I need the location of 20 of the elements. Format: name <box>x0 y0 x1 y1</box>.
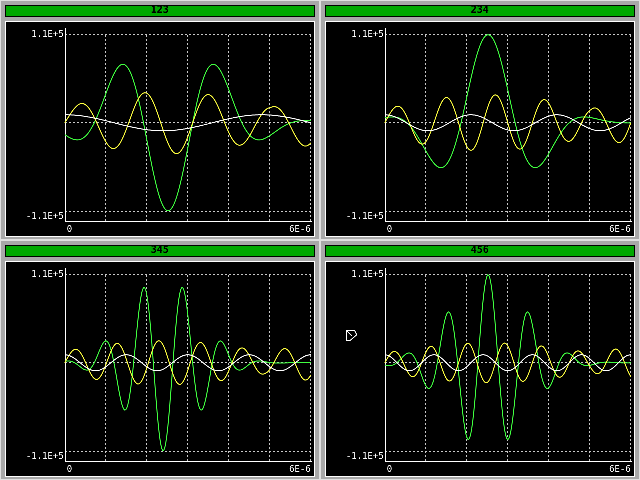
y-max-label: 1.1E+5 <box>31 270 64 280</box>
x-max-label: 6E-6 <box>289 465 311 475</box>
x-min-label: 0 <box>387 225 392 235</box>
x-max-label: 6E-6 <box>289 225 311 235</box>
y-max-label: 1.1E+5 <box>351 270 384 280</box>
x-min-label: 0 <box>67 225 72 235</box>
y-min-label: -1.1E+5 <box>346 212 384 222</box>
x-max-label: 6E-6 <box>609 225 631 235</box>
y-max-label: 1.1E+5 <box>31 30 64 40</box>
panel-title: 123 <box>5 5 315 17</box>
panel-title: 234 <box>325 5 635 17</box>
y-min-label: -1.1E+5 <box>346 452 384 462</box>
x-min-label: 0 <box>387 465 392 475</box>
panel-title: 345 <box>5 245 315 257</box>
y-min-label: -1.1E+5 <box>26 452 64 462</box>
y-max-label: 1.1E+5 <box>351 30 384 40</box>
panel-title: 456 <box>325 245 635 257</box>
x-min-label: 0 <box>67 465 72 475</box>
x-max-label: 6E-6 <box>609 465 631 475</box>
y-min-label: -1.1E+5 <box>26 212 64 222</box>
